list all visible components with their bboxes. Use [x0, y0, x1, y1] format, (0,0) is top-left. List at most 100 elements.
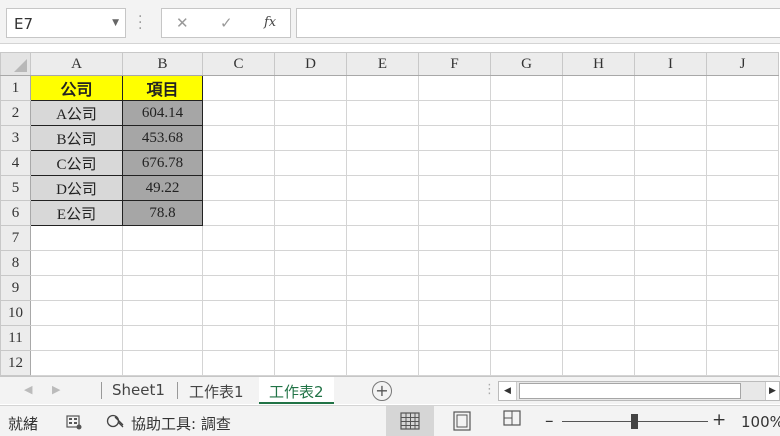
- cell-a6[interactable]: E公司: [30, 200, 123, 226]
- cell[interactable]: [490, 100, 563, 126]
- cell[interactable]: [562, 325, 635, 351]
- cell[interactable]: [30, 350, 123, 376]
- row-header-4[interactable]: 4: [0, 150, 31, 176]
- prev-sheet-icon[interactable]: ◀: [24, 383, 32, 396]
- row-header-11[interactable]: 11: [0, 325, 31, 351]
- tab-worksheet2[interactable]: 工作表2: [259, 377, 334, 404]
- cell[interactable]: [562, 125, 635, 151]
- tab-sheet1[interactable]: Sheet1: [102, 377, 175, 404]
- zoom-in-button[interactable]: +: [712, 410, 726, 430]
- cell[interactable]: [706, 275, 779, 301]
- normal-view-icon[interactable]: [386, 406, 434, 436]
- scroll-left-icon[interactable]: ◀: [499, 382, 517, 400]
- cell[interactable]: [30, 225, 123, 251]
- cell-b1[interactable]: 項目: [122, 75, 203, 101]
- cell[interactable]: [122, 225, 203, 251]
- page-layout-icon[interactable]: [440, 406, 482, 436]
- cell[interactable]: [490, 75, 563, 101]
- cell[interactable]: [634, 275, 707, 301]
- cell[interactable]: [274, 225, 347, 251]
- cell[interactable]: [634, 350, 707, 376]
- column-header-b[interactable]: B: [122, 52, 203, 76]
- column-header-i[interactable]: I: [634, 52, 707, 76]
- cell[interactable]: [202, 150, 275, 176]
- cell[interactable]: [490, 150, 563, 176]
- cell[interactable]: [122, 275, 203, 301]
- row-header-8[interactable]: 8: [0, 250, 31, 276]
- cell[interactable]: [346, 250, 419, 276]
- column-header-a[interactable]: A: [30, 52, 123, 76]
- chevron-down-icon[interactable]: ▼: [112, 18, 119, 28]
- macro-record-icon[interactable]: [66, 414, 82, 430]
- cell-a3[interactable]: B公司: [30, 125, 123, 151]
- row-header-7[interactable]: 7: [0, 225, 31, 251]
- cell[interactable]: [634, 225, 707, 251]
- cell[interactable]: [418, 200, 491, 226]
- page-break-icon[interactable]: [490, 406, 532, 436]
- cell-b5[interactable]: 49.22: [122, 175, 203, 201]
- cell[interactable]: [122, 300, 203, 326]
- cell[interactable]: [202, 250, 275, 276]
- cell[interactable]: [122, 325, 203, 351]
- cell[interactable]: [562, 300, 635, 326]
- cell[interactable]: [346, 150, 419, 176]
- cell[interactable]: [346, 175, 419, 201]
- cell-a2[interactable]: A公司: [30, 100, 123, 126]
- cell[interactable]: [706, 75, 779, 101]
- formula-input[interactable]: [296, 8, 780, 38]
- tab-worksheet1[interactable]: 工作表1: [179, 377, 254, 404]
- row-header-12[interactable]: 12: [0, 350, 31, 376]
- column-header-f[interactable]: F: [418, 52, 491, 76]
- cell[interactable]: [346, 200, 419, 226]
- accessibility-status[interactable]: 協助工具: 調查: [131, 413, 231, 434]
- cell[interactable]: [346, 125, 419, 151]
- cell[interactable]: [30, 275, 123, 301]
- cell[interactable]: [562, 250, 635, 276]
- cell[interactable]: [418, 125, 491, 151]
- cell-a4[interactable]: C公司: [30, 150, 123, 176]
- select-all-icon[interactable]: [0, 52, 31, 76]
- cell[interactable]: [274, 75, 347, 101]
- cell[interactable]: [202, 225, 275, 251]
- cell[interactable]: [274, 175, 347, 201]
- cell[interactable]: [562, 150, 635, 176]
- column-header-g[interactable]: G: [490, 52, 563, 76]
- cell[interactable]: [706, 250, 779, 276]
- cell[interactable]: [274, 300, 347, 326]
- cell[interactable]: [274, 200, 347, 226]
- cell[interactable]: [202, 175, 275, 201]
- cell[interactable]: [634, 150, 707, 176]
- cell[interactable]: [634, 325, 707, 351]
- cell[interactable]: [274, 275, 347, 301]
- drag-handle-icon[interactable]: · · ·: [138, 10, 142, 36]
- cell[interactable]: [202, 200, 275, 226]
- cell[interactable]: [634, 100, 707, 126]
- cell[interactable]: [346, 275, 419, 301]
- add-sheet-icon[interactable]: +: [372, 381, 392, 401]
- cell[interactable]: [274, 350, 347, 376]
- cell[interactable]: [274, 100, 347, 126]
- cell[interactable]: [490, 250, 563, 276]
- row-header-9[interactable]: 9: [0, 275, 31, 301]
- cell-a5[interactable]: D公司: [30, 175, 123, 201]
- cell[interactable]: [346, 325, 419, 351]
- cell[interactable]: [418, 250, 491, 276]
- zoom-out-button[interactable]: –: [545, 411, 554, 431]
- cell[interactable]: [30, 250, 123, 276]
- cell[interactable]: [634, 125, 707, 151]
- row-header-3[interactable]: 3: [0, 125, 31, 151]
- cell[interactable]: [418, 350, 491, 376]
- cell[interactable]: [418, 225, 491, 251]
- cell[interactable]: [418, 75, 491, 101]
- cell[interactable]: [30, 325, 123, 351]
- cell[interactable]: [490, 300, 563, 326]
- cell[interactable]: [274, 125, 347, 151]
- cell[interactable]: [346, 350, 419, 376]
- row-header-5[interactable]: 5: [0, 175, 31, 201]
- cell[interactable]: [418, 150, 491, 176]
- row-header-10[interactable]: 10: [0, 300, 31, 326]
- cell[interactable]: [562, 350, 635, 376]
- cell[interactable]: [202, 350, 275, 376]
- cell[interactable]: [490, 200, 563, 226]
- zoom-level[interactable]: 100%: [741, 413, 780, 431]
